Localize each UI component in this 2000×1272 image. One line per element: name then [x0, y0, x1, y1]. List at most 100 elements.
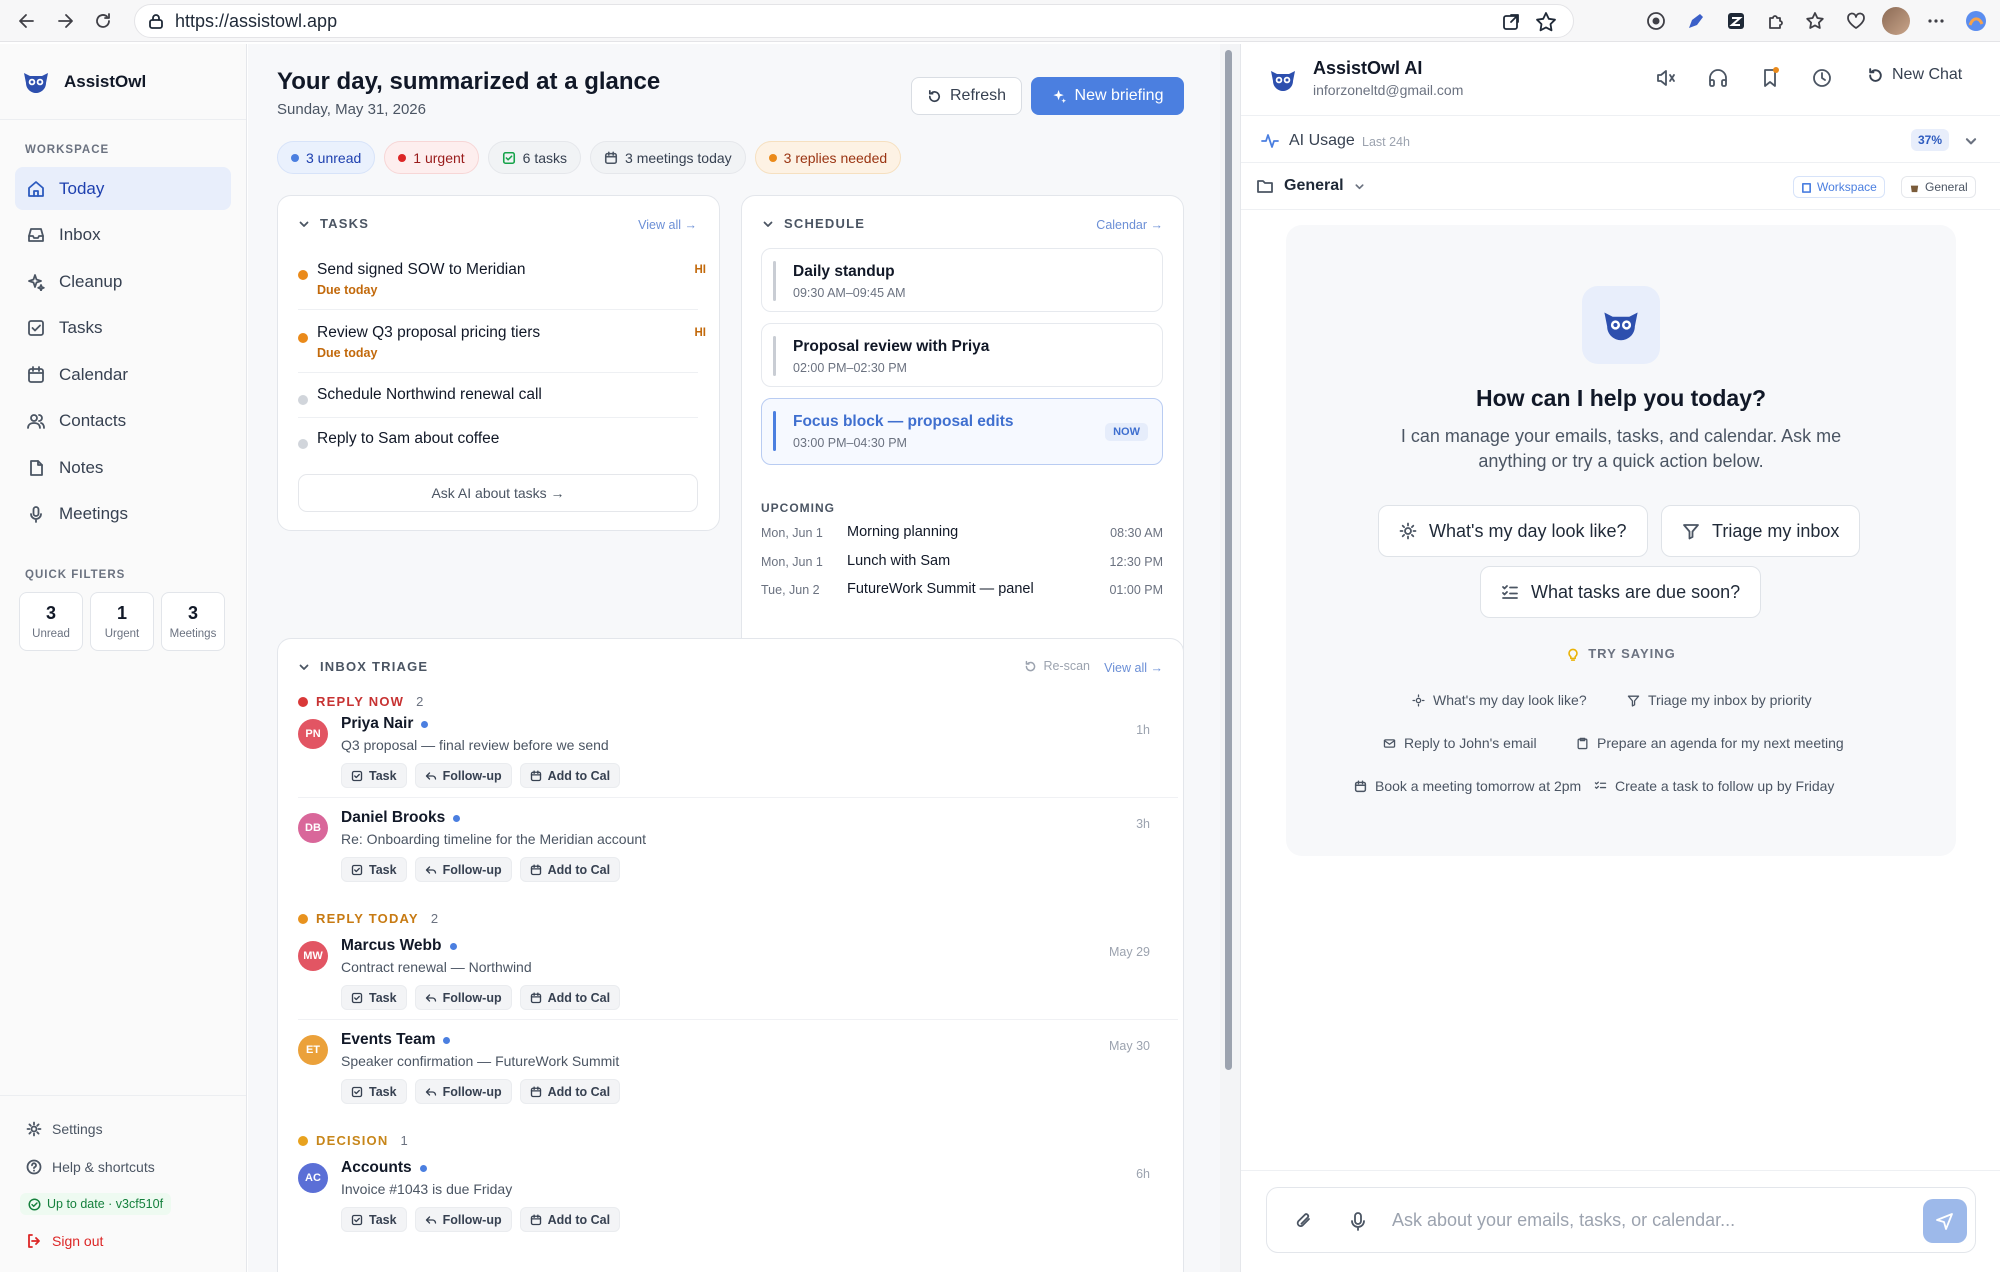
suggestion-chip[interactable]: Triage my inbox by priority — [1619, 685, 1820, 715]
calendar-icon — [1354, 779, 1367, 792]
chip-replies[interactable]: 3 replies needed — [754, 141, 902, 174]
more-menu-icon[interactable] — [1918, 2, 1954, 40]
suggestion-chip[interactable]: Prepare an agenda for my next meeting — [1568, 728, 1852, 758]
sidebar-item-notes[interactable]: Notes — [15, 446, 231, 489]
add-task-button[interactable]: Task — [341, 763, 407, 788]
reload-icon[interactable] — [84, 2, 122, 40]
inbox-card-header[interactable]: INBOX TRIAGE — [298, 659, 428, 674]
suggestion-chip[interactable]: Book a meeting tomorrow at 2pm — [1346, 771, 1589, 801]
open-in-app-icon[interactable] — [1501, 12, 1521, 32]
paperclip-icon[interactable] — [1293, 1210, 1315, 1232]
chip-meetings[interactable]: 3 meetings today — [590, 141, 746, 174]
extensions-puzzle-icon[interactable] — [1758, 2, 1794, 40]
follow-up-button[interactable]: Follow-up — [414, 763, 512, 788]
help-link[interactable]: Help & shortcuts — [0, 1148, 246, 1186]
add-task-button[interactable]: Task — [341, 985, 407, 1010]
schedule-card-header[interactable]: SCHEDULE — [762, 216, 865, 231]
signout-link[interactable]: Sign out — [0, 1222, 246, 1260]
email-row[interactable]: DB Daniel Brooks Re: Onboarding timeline… — [298, 809, 1158, 899]
copilot-icon[interactable] — [1958, 2, 1994, 40]
add-to-calendar-button[interactable]: Add to Cal — [519, 1207, 621, 1232]
suggestion-chip[interactable]: What's my day look like? — [1404, 685, 1595, 715]
forward-icon[interactable] — [46, 2, 84, 40]
suggestion-text: Triage my inbox by priority — [1648, 692, 1812, 708]
bookmark-icon[interactable] — [1759, 67, 1781, 89]
add-to-calendar-button[interactable]: Add to Cal — [519, 857, 621, 882]
general-tag[interactable]: General — [1901, 176, 1976, 198]
suggestion-chip[interactable]: Create a task to follow up by Friday — [1586, 771, 1842, 801]
headphones-icon[interactable] — [1707, 67, 1729, 89]
sidebar-item-meetings[interactable]: Meetings — [15, 493, 231, 536]
main-scrollbar[interactable] — [1220, 44, 1240, 1272]
microphone-icon[interactable] — [1347, 1210, 1369, 1232]
quick-filter-unread[interactable]: 3 Unread — [19, 591, 83, 651]
app-logo-row[interactable]: AssistOwl — [0, 44, 246, 120]
quick-filter-urgent[interactable]: 1 Urgent — [90, 591, 154, 651]
add-to-calendar-button[interactable]: Add to Cal — [519, 763, 621, 788]
sidebar-item-today[interactable]: Today — [15, 167, 231, 210]
upcoming-item[interactable]: Mon, Jun 1 Morning planning 08:30 AM — [761, 523, 1163, 547]
quick-action-day[interactable]: What's my day look like? — [1378, 505, 1648, 557]
settings-link[interactable]: Settings — [0, 1110, 246, 1148]
upcoming-item[interactable]: Mon, Jun 1 Lunch with Sam 12:30 PM — [761, 552, 1163, 576]
upcoming-item[interactable]: Tue, Jun 2 FutureWork Summit — panel 01:… — [761, 580, 1163, 604]
suggestion-chip[interactable]: Reply to John's email — [1375, 728, 1545, 758]
email-row[interactable]: AC Accounts Invoice #1043 is due Friday … — [298, 1159, 1158, 1249]
refresh-button[interactable]: Refresh — [911, 77, 1022, 115]
scrollbar-thumb[interactable] — [1225, 50, 1232, 1070]
extension-shield-icon[interactable] — [1638, 2, 1674, 40]
chip-urgent[interactable]: 1 urgent — [384, 141, 479, 174]
action-label: Follow-up — [442, 1084, 502, 1099]
add-task-button[interactable]: Task — [341, 1079, 407, 1104]
follow-up-button[interactable]: Follow-up — [414, 857, 512, 882]
add-task-button[interactable]: Task — [341, 857, 407, 882]
extension-z-icon[interactable] — [1718, 2, 1754, 40]
tasks-card-header[interactable]: TASKS — [298, 216, 369, 231]
email-row[interactable]: ET Events Team Speaker confirmation — Fu… — [298, 1031, 1158, 1121]
history-icon[interactable] — [1811, 67, 1833, 89]
email-row[interactable]: PN Priya Nair Q3 proposal — final review… — [298, 715, 1158, 805]
site-info-icon[interactable] — [147, 12, 165, 30]
favorites-icon[interactable] — [1798, 2, 1834, 40]
chip-unread[interactable]: 3 unread — [277, 141, 376, 174]
ask-ai-tasks-button[interactable]: Ask AI about tasks → — [298, 474, 698, 512]
event-card-current[interactable]: Focus block — proposal edits 03:00 PM–04… — [761, 398, 1163, 465]
back-icon[interactable] — [8, 2, 46, 40]
quick-action-tasks[interactable]: What tasks are due soon? — [1480, 566, 1762, 618]
add-to-calendar-button[interactable]: Add to Cal — [519, 1079, 621, 1104]
sidebar-item-inbox[interactable]: Inbox — [15, 214, 231, 257]
new-chat-button[interactable]: New Chat — [1867, 66, 1962, 84]
chat-input[interactable]: Ask about your emails, tasks, or calenda… — [1392, 1210, 1735, 1231]
email-row[interactable]: MW Marcus Webb Contract renewal — Northw… — [298, 937, 1158, 1027]
event-card[interactable]: Proposal review with Priya 02:00 PM–02:3… — [761, 323, 1163, 387]
address-bar[interactable]: https://assistowl.app — [134, 4, 1574, 38]
follow-up-button[interactable]: Follow-up — [414, 985, 512, 1010]
sidebar-item-cleanup[interactable]: Cleanup — [15, 260, 231, 303]
chip-tasks[interactable]: 6 tasks — [487, 141, 582, 174]
tasks-view-all-link[interactable]: View all → — [638, 218, 697, 232]
follow-up-button[interactable]: Follow-up — [414, 1207, 512, 1232]
send-button[interactable] — [1923, 1199, 1967, 1243]
extension-pen-icon[interactable] — [1678, 2, 1714, 40]
health-icon[interactable] — [1838, 2, 1874, 40]
inbox-view-all-link[interactable]: View all → — [1104, 661, 1163, 675]
profile-avatar[interactable] — [1878, 2, 1914, 40]
divider — [298, 1019, 1178, 1020]
follow-up-button[interactable]: Follow-up — [414, 1079, 512, 1104]
bookmark-star-icon[interactable] — [1535, 11, 1557, 33]
sidebar-item-contacts[interactable]: Contacts — [15, 400, 231, 443]
quick-filter-meetings[interactable]: 3 Meetings — [161, 591, 225, 651]
rescan-button[interactable]: Re-scan — [1024, 659, 1090, 673]
workspace-tag[interactable]: Workspace — [1793, 176, 1885, 198]
calendar-link[interactable]: Calendar → — [1096, 218, 1163, 232]
folder-select[interactable]: General — [1256, 177, 1365, 195]
sidebar-item-calendar[interactable]: Calendar — [15, 353, 231, 396]
ai-usage-bar[interactable]: AI Usage Last 24h 37% — [1241, 117, 2000, 163]
mute-icon[interactable] — [1655, 67, 1677, 89]
add-task-button[interactable]: Task — [341, 1207, 407, 1232]
add-to-calendar-button[interactable]: Add to Cal — [519, 985, 621, 1010]
new-briefing-button[interactable]: New briefing — [1031, 77, 1184, 115]
quick-action-triage[interactable]: Triage my inbox — [1661, 505, 1861, 557]
sidebar-item-tasks[interactable]: Tasks — [15, 307, 231, 350]
event-card[interactable]: Daily standup 09:30 AM–09:45 AM — [761, 248, 1163, 312]
